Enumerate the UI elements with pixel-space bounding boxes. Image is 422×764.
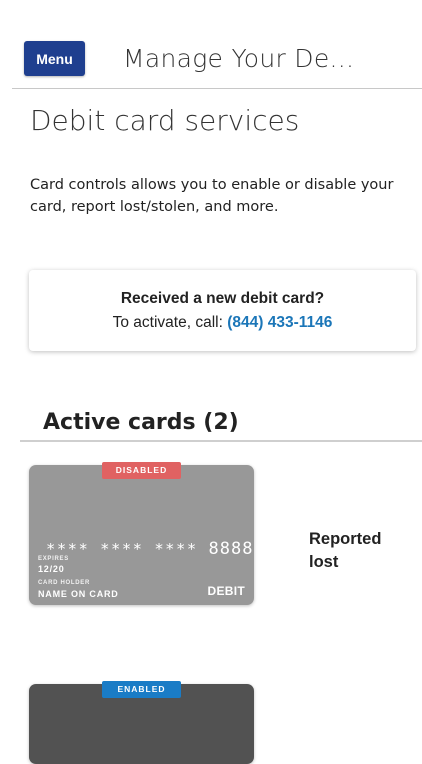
card-number-last4: 8888: [208, 539, 254, 559]
notice-prefix: To activate, call:: [112, 314, 223, 331]
card-holder-name: NAME ON CARD: [38, 589, 119, 599]
card-status-badge: DISABLED: [102, 462, 181, 479]
header-divider: [12, 88, 422, 89]
section-divider: [20, 440, 422, 442]
notice-title: Received a new debit card?: [120, 290, 325, 307]
activation-phone-link[interactable]: (844) 433-1146: [227, 314, 332, 331]
card-holder-label: CARD HOLDER: [38, 580, 91, 586]
active-cards-heading: Active cards (2): [43, 410, 239, 435]
notice-line: To activate, call: (844) 433-1146: [29, 314, 416, 332]
activation-notice: Received a new debit card? To activate, …: [29, 270, 416, 351]
debit-card-1[interactable]: DISABLED **** **** **** 8888 EXPIRES 12/…: [29, 462, 254, 605]
debit-card-2[interactable]: ENABLED: [29, 681, 254, 764]
header-title: Manage Your De...: [123, 44, 355, 73]
card-type-label: DEBIT: [207, 584, 245, 598]
app-header: Menu Manage Your De...: [0, 0, 422, 89]
card-status-badge: ENABLED: [102, 681, 181, 698]
expires-value: 12/20: [38, 564, 65, 574]
menu-button[interactable]: Menu: [24, 41, 85, 76]
intro-text: Card controls allows you to enable or di…: [30, 177, 394, 215]
expires-label: EXPIRES: [38, 556, 69, 562]
page-title: Debit card services: [30, 104, 300, 137]
card-number: **** **** **** 8888: [46, 539, 253, 559]
card-1-status-text: Reported lost: [309, 530, 382, 571]
